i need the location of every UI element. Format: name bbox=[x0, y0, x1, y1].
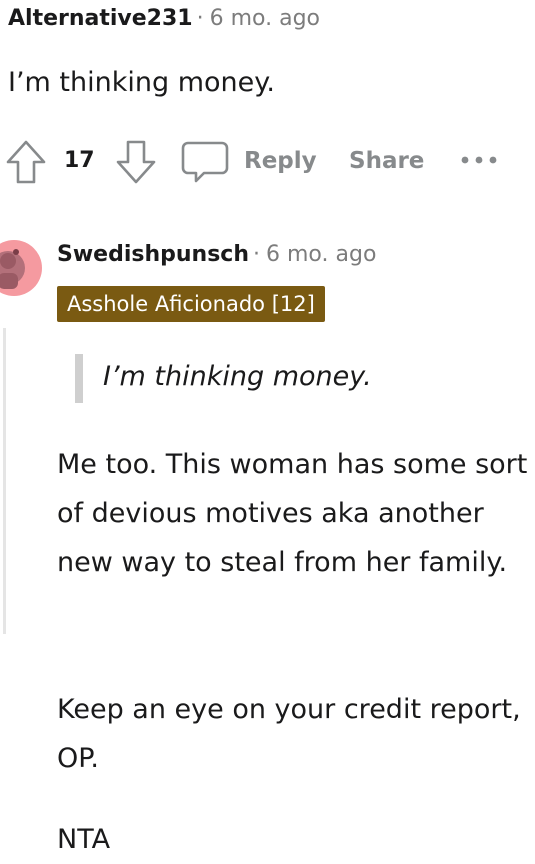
comment-username[interactable]: Alternative231 bbox=[8, 6, 193, 31]
comment-timestamp[interactable]: 6 mo. ago bbox=[210, 6, 320, 31]
thread-line[interactable] bbox=[3, 328, 6, 634]
vote-count: 17 bbox=[64, 148, 95, 173]
upvote-icon bbox=[6, 140, 46, 184]
reply-username[interactable]: Swedishpunsch bbox=[57, 242, 249, 267]
meta-separator: · bbox=[196, 6, 204, 31]
comment-action-bar: 17 Reply Share bbox=[0, 138, 535, 186]
comment-meta: Alternative231 · 6 mo. ago bbox=[8, 4, 320, 34]
user-flair: Asshole Aficionado [12] bbox=[57, 286, 325, 322]
reply-meta: Swedishpunsch · 6 mo. ago bbox=[57, 240, 376, 270]
comment-bubble-icon bbox=[181, 141, 229, 183]
reply-paragraph: Keep an eye on your credit report, OP. bbox=[57, 694, 521, 774]
avatar[interactable] bbox=[0, 240, 42, 296]
blockquote-bar bbox=[75, 354, 83, 403]
comment-reply-icon-button[interactable] bbox=[178, 138, 232, 186]
blockquote-text: I’m thinking money. bbox=[103, 361, 372, 392]
more-options-button[interactable] bbox=[455, 142, 503, 178]
comment-body: I’m thinking money. bbox=[8, 67, 275, 98]
reply-paragraph: NTA bbox=[57, 824, 111, 855]
meta-separator: · bbox=[253, 242, 261, 267]
reply-timestamp[interactable]: 6 mo. ago bbox=[266, 242, 376, 267]
upvote-button[interactable] bbox=[2, 138, 50, 186]
avatar-snoo-icon bbox=[0, 249, 25, 289]
downvote-icon bbox=[116, 140, 156, 184]
share-button[interactable]: Share bbox=[349, 145, 424, 177]
reply-button[interactable]: Reply bbox=[244, 145, 317, 177]
more-options-icon bbox=[461, 156, 497, 164]
downvote-button[interactable] bbox=[112, 138, 160, 186]
reply-paragraph: Me too. This woman has some sort of devi… bbox=[57, 449, 528, 578]
